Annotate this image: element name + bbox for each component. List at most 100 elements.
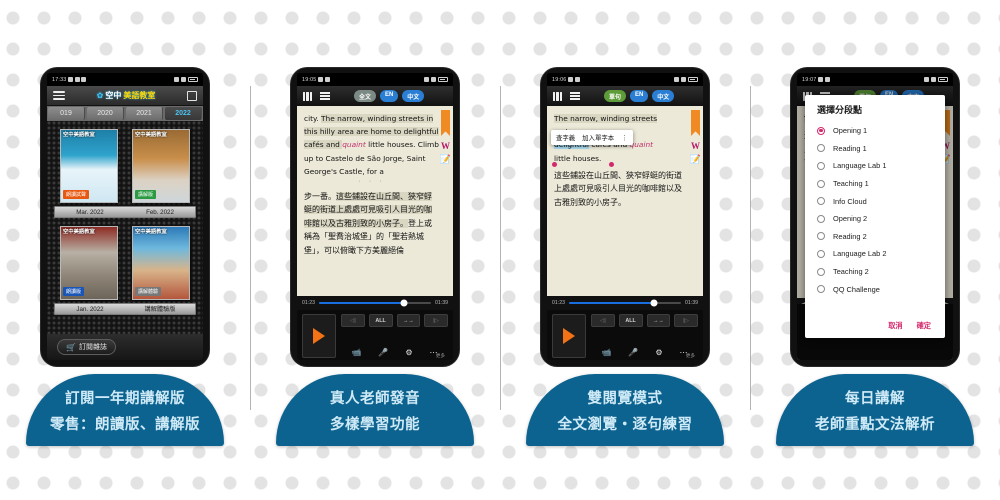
cancel-button[interactable]: 取消 [888,321,902,331]
radio-icon[interactable] [817,214,825,223]
next-button[interactable]: |▷ [424,314,448,328]
year-tab-active[interactable]: 2022 [165,107,202,120]
wifi-icon [174,77,179,82]
mic-icon[interactable]: 🎤 [628,348,638,358]
radio-icon[interactable] [817,267,825,276]
next-button[interactable]: |▷ [674,314,698,328]
vocab-word-quaint[interactable]: quaint [342,140,366,149]
radio-option[interactable]: Opening 1 [817,122,933,140]
radio-icon[interactable] [817,249,825,258]
phone-screen-1: 17:33 ✿ 空中 美語教室 019 2020 2021 2022 空中美語教… [47,73,203,360]
square-icon[interactable] [186,90,197,101]
repeat-all-button[interactable]: ALL [618,314,643,328]
radio-option[interactable]: Teaching 1 [817,175,933,193]
bookmark-icon[interactable] [691,110,700,136]
list-icon[interactable] [319,91,330,101]
subscribe-magazine-button[interactable]: 🛒 訂閱雜誌 [57,339,116,355]
hamburger-icon[interactable] [53,90,65,101]
play-button[interactable] [552,314,586,358]
english-line-3-tail: little houses. [554,153,602,163]
mode-pill-fulltext[interactable]: 全文 [353,90,376,102]
mode-pill-en[interactable]: EN [629,90,649,102]
seek-bar-2[interactable]: 01:23 01:39 [297,296,453,310]
issue-label: Mar. 2022 [76,209,104,216]
reader-body-3[interactable]: The narrow, winding streetsne todelightf… [547,106,703,296]
radio-option[interactable]: Opening 2 [817,210,933,228]
wifi-icon [924,77,929,82]
play-button[interactable] [302,314,336,358]
time-total: 01:39 [685,300,698,306]
note-pen-icon[interactable]: 📝 [689,154,702,165]
confirm-button[interactable]: 確定 [917,321,931,331]
mode-pill-zh[interactable]: 中文 [652,90,675,102]
add-to-wordbook-button[interactable]: 加入單字本 [582,133,614,142]
player-button-row: ◁| ALL →→ |▷ [591,314,698,328]
selection-handle-end[interactable] [609,162,614,167]
mode-pill-zh[interactable]: 中文 [402,90,425,102]
gear-icon[interactable]: ⚙ [655,348,662,358]
radio-option[interactable]: Teaching 2 [817,263,933,281]
bookmark-icon[interactable] [441,110,450,136]
progress-fill [318,301,405,305]
radio-option[interactable]: QQ Challenge [817,280,933,298]
vocab-w-icon[interactable]: W [439,141,452,151]
radio-icon[interactable] [817,144,825,153]
note-pen-icon[interactable]: 📝 [439,154,452,165]
radio-icon[interactable] [817,197,825,206]
radio-option[interactable]: Info Cloud [817,192,933,210]
radio-option[interactable]: Reading 1 [817,140,933,158]
option-label: Opening 1 [833,126,868,136]
book-icon[interactable] [553,91,562,101]
radio-icon[interactable] [817,285,825,294]
option-label: Teaching 2 [833,267,869,277]
progress-track[interactable] [318,299,432,307]
mode-pill-en[interactable]: EN [379,90,399,102]
radio-option[interactable]: Language Lab 2 [817,245,933,263]
text-selection-popup[interactable]: 查字義 加入單字本 ⋮ [551,130,634,145]
progress-knob[interactable] [400,299,408,307]
magazine-cover[interactable]: 空中美語教室 講解版 [132,129,190,203]
vocab-w-icon[interactable]: W [689,141,702,151]
progress-track[interactable] [568,299,682,307]
shelf-label-row: Jan. 2022 講解體驗版 [54,303,196,315]
radio-icon-selected[interactable] [817,126,825,135]
radio-option[interactable]: Reading 2 [817,228,933,246]
year-tab[interactable]: 2020 [87,107,124,120]
vocab-word-quaint[interactable]: quaint [630,140,654,149]
caption-line-1: 每日講解 [845,390,905,407]
lookup-definition-button[interactable]: 查字義 [556,133,575,142]
speed-button[interactable]: →→ [396,314,421,328]
magazine-cover[interactable]: 空中美語教室 講解體驗 [132,226,190,300]
mic-icon[interactable]: 🎤 [378,348,388,358]
panel-reader-sentence: 19:06 單句 EN 中文 The narrow, winding stree… [500,0,750,500]
list-icon[interactable] [569,91,580,101]
magazine-cover[interactable]: 空中美語教室 朗讀試聲 [60,129,118,203]
book-icon[interactable] [303,91,312,101]
dialog-option-list[interactable]: Opening 1 Reading 1 Language Lab 1 Teach… [805,122,945,317]
side-marks-2: W 📝 [439,110,452,165]
seek-bar-3[interactable]: 01:23 01:39 [547,296,703,310]
year-tab[interactable]: 019 [48,107,85,120]
repeat-all-button[interactable]: ALL [368,314,393,328]
gear-icon[interactable]: ⚙ [405,348,412,358]
prev-button[interactable]: ◁| [591,314,615,328]
radio-option[interactable]: Language Lab 1 [817,157,933,175]
video-icon[interactable]: 📹 [351,348,361,358]
mode-pill-sentence[interactable]: 單句 [603,90,626,102]
progress-knob[interactable] [650,299,658,307]
radio-icon[interactable] [817,232,825,241]
radio-icon[interactable] [817,179,825,188]
mode-pill-group-2: 全文 EN 中文 [353,90,425,102]
video-icon[interactable]: 📹 [601,348,611,358]
more-vertical-icon[interactable]: ⋮ [621,134,628,142]
status-app-icon [68,77,73,82]
magazine-cover[interactable]: 空中美語教室 朗讀版 [60,226,118,300]
player-right-3: ◁| ALL →→ |▷ 📹 🎤 ⚙ ⋯ [591,314,698,358]
year-tab[interactable]: 2021 [126,107,163,120]
radio-icon[interactable] [817,161,825,170]
speed-button[interactable]: →→ [646,314,671,328]
selection-handle-start[interactable] [552,162,557,167]
prev-button[interactable]: ◁| [341,314,365,328]
reader-body-2[interactable]: city. The narrow, winding streets in thi… [297,106,453,296]
app-bar-1: ✿ 空中 美語教室 [47,86,203,106]
